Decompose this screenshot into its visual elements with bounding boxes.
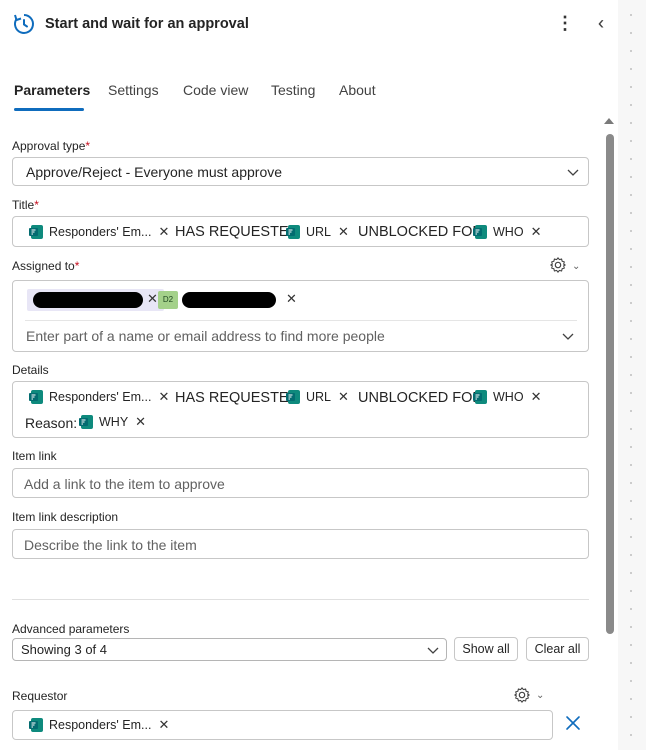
persona-avatar: D2 <box>158 291 178 309</box>
item-link-description-input[interactable]: Describe the link to the item <box>12 529 589 559</box>
approval-type-value: Approve/Reject - Everyone must approve <box>26 164 283 180</box>
gear-icon[interactable] <box>549 256 567 274</box>
title-input[interactable]: Responders' Em... ✕ HAS REQUESTED URL ✕ … <box>12 216 589 247</box>
more-vertical-icon[interactable]: ⋮ <box>556 12 574 34</box>
chevron-down-icon <box>567 169 579 176</box>
approval-type-dropdown[interactable]: Approve/Reject - Everyone must approve <box>12 157 589 186</box>
persona-1[interactable]: ✕ <box>27 289 164 311</box>
forms-icon <box>28 389 44 405</box>
clear-all-button[interactable]: Clear all <box>526 637 589 661</box>
tab-code-view[interactable]: Code view <box>183 82 248 98</box>
advanced-select-value: Showing 3 of 4 <box>21 642 108 657</box>
people-search-placeholder[interactable]: Enter part of a name or email address to… <box>26 328 385 344</box>
requestor-label: Requestor <box>12 689 68 703</box>
item-link-description-label: Item link description <box>12 510 119 524</box>
designer-canvas <box>618 0 646 750</box>
forms-icon <box>28 224 44 240</box>
section-divider <box>12 599 589 600</box>
panel-title: Start and wait for an approval <box>45 16 249 32</box>
advanced-parameters-select[interactable]: Showing 3 of 4 <box>12 638 447 661</box>
chevron-down-icon[interactable]: ⌄ <box>572 261 580 272</box>
assigned-to-people-picker[interactable]: ✕ D2 ✕ Enter part of a name or email add… <box>12 280 589 352</box>
picker-divider <box>25 320 577 321</box>
chevron-down-icon <box>427 647 439 654</box>
close-icon[interactable]: ✕ <box>338 224 349 240</box>
item-link-label: Item link <box>12 449 57 463</box>
close-icon[interactable]: ✕ <box>338 389 349 405</box>
chevron-down-icon[interactable] <box>562 330 574 342</box>
title-text-1: HAS REQUESTED <box>175 224 300 240</box>
advanced-parameters-label: Advanced parameters <box>12 622 130 636</box>
reason-text: Reason: <box>25 415 78 431</box>
tab-settings[interactable]: Settings <box>108 82 159 98</box>
item-link-description-placeholder: Describe the link to the item <box>24 537 197 553</box>
item-link-input[interactable]: Add a link to the item to approve <box>12 468 589 498</box>
forms-icon <box>285 224 301 240</box>
active-tab-indicator <box>14 108 84 111</box>
dynamic-token[interactable]: URL ✕ <box>285 387 349 407</box>
details-text-2: UNBLOCKED FOR <box>358 390 483 406</box>
assigned-to-label: Assigned to* <box>12 259 80 273</box>
close-icon[interactable]: ✕ <box>147 291 158 307</box>
show-all-button[interactable]: Show all <box>454 637 518 661</box>
persona-2[interactable]: D2 ✕ <box>158 289 308 311</box>
double-chevron-left-icon[interactable]: ‹‹ <box>588 12 608 34</box>
forms-icon <box>472 389 488 405</box>
forms-icon <box>472 224 488 240</box>
dynamic-token[interactable]: WHO ✕ <box>472 222 541 242</box>
chevron-down-icon[interactable]: ⌄ <box>536 690 544 701</box>
dynamic-token[interactable]: Responders' Em... ✕ <box>28 387 169 407</box>
approval-type-label: Approval type* <box>12 139 91 153</box>
close-icon[interactable]: ✕ <box>158 717 169 733</box>
requestor-input[interactable]: Responders' Em... ✕ <box>12 710 553 740</box>
scrollbar-thumb[interactable] <box>606 134 614 634</box>
dynamic-token[interactable]: WHY ✕ <box>78 412 146 432</box>
close-icon[interactable] <box>565 715 581 731</box>
details-text-1: HAS REQUESTED <box>175 390 300 406</box>
tab-testing[interactable]: Testing <box>271 82 315 98</box>
scroll-up-arrow-icon[interactable] <box>604 118 614 124</box>
close-icon[interactable]: ✕ <box>531 389 542 405</box>
close-icon[interactable]: ✕ <box>158 224 169 240</box>
tab-about[interactable]: About <box>339 82 376 98</box>
redacted-name <box>33 292 143 308</box>
title-label: Title* <box>12 198 39 212</box>
dynamic-token[interactable]: Responders' Em... ✕ <box>28 222 169 242</box>
forms-icon <box>78 414 94 430</box>
dynamic-token[interactable]: WHO ✕ <box>472 387 541 407</box>
details-label: Details <box>12 363 49 377</box>
forms-icon <box>285 389 301 405</box>
item-link-placeholder: Add a link to the item to approve <box>24 476 225 492</box>
close-icon[interactable]: ✕ <box>531 224 542 240</box>
close-icon[interactable]: ✕ <box>286 291 297 307</box>
title-text-2: UNBLOCKED FOR <box>358 224 483 240</box>
dynamic-token[interactable]: Responders' Em... ✕ <box>28 715 169 735</box>
close-icon[interactable]: ✕ <box>158 389 169 405</box>
dynamic-token[interactable]: URL ✕ <box>285 222 349 242</box>
tab-list: Parameters Settings Code view Testing Ab… <box>0 80 600 112</box>
details-input[interactable]: Responders' Em... ✕ HAS REQUESTED URL ✕ … <box>12 381 589 438</box>
close-icon[interactable]: ✕ <box>135 414 146 430</box>
forms-icon <box>28 717 44 733</box>
gear-icon[interactable] <box>513 686 531 704</box>
approval-flow-icon <box>14 14 34 34</box>
panel-header: Start and wait for an approval ⋮ ‹‹ <box>0 0 618 50</box>
redacted-name <box>182 292 276 308</box>
tab-parameters[interactable]: Parameters <box>14 82 90 98</box>
